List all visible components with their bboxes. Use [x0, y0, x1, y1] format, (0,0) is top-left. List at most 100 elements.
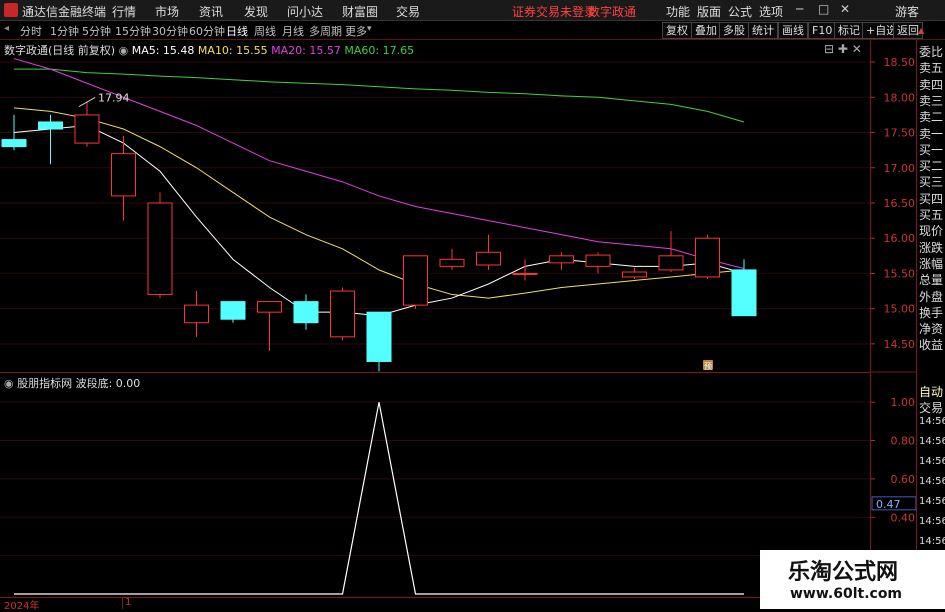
- period-weekly[interactable]: 周线: [254, 23, 276, 39]
- quote-row: 收益: [919, 338, 944, 353]
- period-daily[interactable]: 日线: [226, 23, 248, 39]
- quote-row: 14:56: [919, 415, 945, 427]
- maximize-icon[interactable]: □: [818, 2, 829, 16]
- candle-body: [111, 153, 136, 197]
- candle: [695, 234, 720, 280]
- quote-row: 卖三: [919, 93, 944, 108]
- indicator-name[interactable]: 股朋指标网: [17, 377, 72, 390]
- price-tick-label: 18.50: [884, 56, 916, 69]
- menu-zixun[interactable]: 资讯: [199, 3, 223, 20]
- sub-legend: ◉ 股朋指标网 波段底: 0.00: [4, 375, 140, 391]
- candle-body: [184, 304, 209, 324]
- candle: [220, 301, 246, 323]
- ma10-legend: MA10: 15.55: [197, 44, 268, 57]
- close-icon[interactable]: ✕: [840, 2, 850, 16]
- menu-wenxiaoda[interactable]: 问小达: [287, 3, 323, 20]
- period-15min[interactable]: 15分钟: [115, 23, 151, 39]
- quote-row[interactable]: 自动: [919, 383, 943, 400]
- collapse-panel-icon[interactable]: ⊟: [824, 42, 834, 56]
- quote-row: 买四: [919, 191, 944, 206]
- menu-faxian[interactable]: 发现: [244, 3, 268, 20]
- indicator-svg[interactable]: [0, 373, 870, 597]
- candle: [147, 192, 173, 299]
- candle: [74, 101, 100, 147]
- zoom-icon[interactable]: ✚: [838, 42, 848, 56]
- period-more[interactable]: 更多: [345, 23, 367, 39]
- candle: [731, 259, 757, 317]
- candle-body: [658, 255, 684, 271]
- quote-row[interactable]: 交易: [919, 399, 943, 416]
- candle: [330, 287, 355, 341]
- huaxian-button[interactable]: 画线: [778, 22, 808, 39]
- menu-jiaoyi[interactable]: 交易: [396, 3, 420, 20]
- menu-hangqing[interactable]: 行情: [112, 3, 136, 20]
- collapse-icon[interactable]: ◂: [4, 23, 9, 34]
- login-status[interactable]: 证券交易未登录: [512, 3, 596, 20]
- quote-row: 卖四: [919, 77, 944, 92]
- candle-body: [147, 202, 173, 296]
- candle-body: [695, 237, 720, 278]
- menu-banmian[interactable]: 版面: [697, 3, 721, 20]
- month-tick: [122, 597, 123, 609]
- price-axis: 18.50 18.00 17.50 17.00 16.50 16.00 15.50 15.00…: [870, 40, 917, 597]
- minimize-icon[interactable]: ─: [796, 2, 803, 16]
- quote-row: 14:56: [919, 515, 945, 527]
- sub-tick-label: 0.60: [891, 473, 916, 486]
- menu-xuanxiang[interactable]: 选项: [759, 3, 783, 20]
- period-5min[interactable]: 5分钟: [82, 23, 111, 39]
- menu-gongneng[interactable]: 功能: [666, 3, 690, 20]
- price-tick-label: 18.00: [884, 91, 916, 104]
- indicator-settings-icon[interactable]: ◉: [4, 377, 14, 390]
- main-legend: 数字政通(日线 前复权) ◉ MA5: 15.48 MA10: 15.55 MA…: [4, 42, 414, 58]
- price-tick-label: 16.50: [884, 197, 916, 210]
- sub-tick-label: 1.00: [891, 396, 916, 409]
- period-multi[interactable]: 多周期: [309, 23, 342, 39]
- biaoji-button[interactable]: 标记: [834, 22, 864, 39]
- candle: [184, 291, 209, 337]
- menu-shichang[interactable]: 市场: [155, 3, 179, 20]
- period-toolbar: ◂ 分时 1分钟 5分钟 15分钟 30分钟 60分钟 日线 周线 月线 多周期…: [0, 21, 945, 40]
- period-30min[interactable]: 30分钟: [152, 23, 188, 39]
- f10-button[interactable]: F10: [808, 22, 837, 39]
- kline-svg[interactable]: 17.9414.11预: [0, 40, 870, 372]
- candle-body: [512, 272, 538, 275]
- quote-row: 买三: [919, 175, 944, 190]
- quote-row: 涨幅: [919, 256, 944, 271]
- candle-body: [585, 254, 611, 267]
- menu-gongshi[interactable]: 公式: [728, 3, 752, 20]
- candle: [439, 248, 465, 270]
- menu-caifuquan[interactable]: 财富圈: [342, 3, 378, 20]
- duogu-button[interactable]: 多股: [719, 22, 749, 39]
- quote-row: 14:56: [919, 475, 945, 487]
- candle-body: [293, 301, 319, 324]
- period-monthly[interactable]: 月线: [282, 23, 304, 39]
- quote-row: 涨跌: [919, 240, 944, 255]
- candle-body: [1, 139, 27, 148]
- year-label: 2024年: [4, 601, 40, 612]
- ma20-legend: MA20: 15.57: [271, 44, 341, 57]
- fuquan-button[interactable]: 复权: [662, 22, 692, 39]
- candle-body: [366, 311, 392, 362]
- price-tick-label: 16.00: [884, 232, 916, 245]
- main-chart-controls[interactable]: ⊟ ✚ ✕: [824, 42, 862, 56]
- quote-row: 净资: [919, 322, 944, 337]
- candle-body: [38, 121, 63, 130]
- diejia-button[interactable]: 叠加: [691, 22, 721, 39]
- quote-row: 14:56: [919, 435, 945, 447]
- quote-row: 卖五: [919, 61, 944, 76]
- watermark: 乐淘公式网 www.60lt.com: [760, 550, 945, 609]
- chevron-down-icon[interactable]: ▾: [367, 24, 372, 34]
- quote-row: 换手: [919, 305, 944, 320]
- quote-row: 现价: [919, 224, 944, 239]
- quote-row: 14:56: [919, 495, 945, 507]
- period-1min[interactable]: 1分钟: [50, 23, 79, 39]
- tongji-button[interactable]: 统计: [748, 22, 778, 39]
- indicator-chart[interactable]: ◉ 股朋指标网 波段底: 0.00: [0, 373, 870, 597]
- close-panel-icon[interactable]: ✕: [852, 42, 862, 56]
- period-60min[interactable]: 60分钟: [189, 23, 225, 39]
- guest-label[interactable]: 游客: [895, 3, 919, 20]
- period-fenshi[interactable]: 分时: [20, 23, 42, 39]
- settings-icon[interactable]: ◉: [119, 44, 129, 57]
- quote-row: 卖一: [919, 126, 944, 141]
- kline-chart[interactable]: 17.9414.11预 数字政通(日线 前复权) ◉ MA5: 15.48 MA…: [0, 40, 870, 372]
